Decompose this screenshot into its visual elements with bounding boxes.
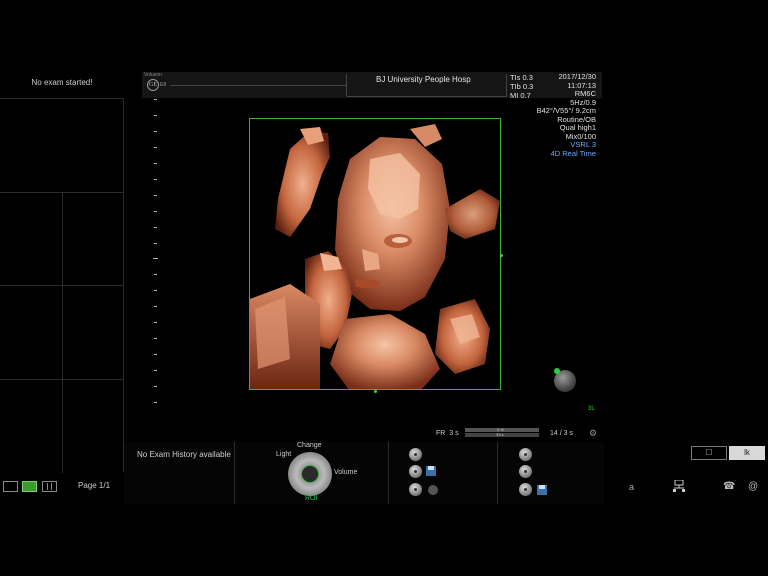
- thumbnail-grid[interactable]: [0, 98, 124, 473]
- phone-icon[interactable]: ☎: [723, 481, 735, 492]
- softkey-knob[interactable]: [519, 483, 532, 496]
- network-icon[interactable]: [673, 480, 685, 492]
- depth-tick: [154, 99, 157, 100]
- depth-tick: [154, 115, 157, 116]
- hospital-name: BJ University People Hosp: [376, 75, 471, 84]
- single-view-icon[interactable]: [3, 481, 18, 492]
- panel-divider: [497, 442, 498, 504]
- depth-tick: [154, 402, 157, 403]
- panel-divider: [388, 442, 389, 504]
- header-divider: [346, 74, 347, 96]
- fr-left-value: 3 s: [449, 430, 459, 437]
- dial-change-label: Change: [297, 442, 322, 449]
- depth-tick: [154, 227, 157, 228]
- text-icon[interactable]: a: [629, 482, 634, 492]
- report-button[interactable]: ☐: [691, 446, 727, 460]
- softkey-knob[interactable]: [409, 448, 422, 461]
- depth-tick: [154, 179, 157, 180]
- softkey-knob[interactable]: [409, 465, 422, 478]
- exam-history-status: No Exam History available: [137, 450, 231, 459]
- dial-center-icon: [301, 465, 319, 483]
- roi-handle-bottom[interactable]: [374, 390, 377, 393]
- page-indicator: Page 1/1: [78, 481, 111, 490]
- fr-right-value: 14 / 3 s: [550, 430, 573, 437]
- depth-tick: [154, 195, 157, 196]
- depth-tick: [154, 147, 157, 148]
- quad-view-icon[interactable]: [42, 481, 57, 492]
- orientation-marker-icon: [554, 368, 560, 374]
- depth-tick: [154, 386, 157, 387]
- roi-handle-right[interactable]: [500, 254, 503, 257]
- dial-volume-label: Volume: [334, 469, 358, 476]
- ge-logo-icon: GE: [147, 79, 159, 91]
- logo-model: E8: [160, 82, 167, 88]
- settings-gear-icon[interactable]: ⚙: [589, 428, 597, 439]
- cine-bar[interactable]: 0 % 33 s: [465, 427, 539, 438]
- depth-tick: [154, 338, 157, 339]
- header-divider: [347, 96, 507, 97]
- depth-tick: [154, 290, 157, 291]
- cine-bar-bottom-label: 33 s: [496, 432, 504, 437]
- fetal-render-image: [250, 119, 500, 389]
- dial-roi-label: ROI: [305, 495, 318, 502]
- at-icon[interactable]: @: [748, 481, 758, 492]
- small-indicator: 3L: [588, 406, 595, 412]
- logo-top-text: Voluson: [144, 72, 162, 78]
- depth-tick: [154, 354, 157, 355]
- frame-rate-label: FR 3 s: [436, 430, 459, 437]
- depth-tick: [154, 274, 157, 275]
- dual-view-icon[interactable]: [22, 481, 37, 492]
- depth-tick-major: [153, 258, 158, 259]
- depth-tick: [154, 163, 157, 164]
- depth-tick: [154, 211, 157, 212]
- depth-tick: [154, 370, 157, 371]
- render-view[interactable]: [249, 118, 501, 390]
- save-disk-icon[interactable]: [537, 485, 547, 495]
- save-disk-icon[interactable]: [426, 466, 436, 476]
- panel-divider: [234, 442, 235, 504]
- scan-mode: 4D Real Time: [550, 148, 596, 158]
- header-divider: [170, 85, 346, 86]
- depth-tick: [154, 131, 157, 132]
- softkey-knob[interactable]: [519, 448, 532, 461]
- fr-text: FR: [436, 430, 446, 437]
- softkey-knob[interactable]: [519, 465, 532, 478]
- header-divider: [506, 74, 507, 96]
- measure-button[interactable]: lk: [729, 446, 765, 460]
- depth-tick: [154, 243, 157, 244]
- depth-tick: [154, 322, 157, 323]
- disabled-circle-icon: [428, 485, 438, 495]
- softkey-knob[interactable]: [409, 483, 422, 496]
- grid-line: [62, 192, 63, 473]
- exam-status: No exam started!: [31, 78, 93, 87]
- dial-light-label: Light: [276, 451, 292, 458]
- depth-tick: [154, 306, 157, 307]
